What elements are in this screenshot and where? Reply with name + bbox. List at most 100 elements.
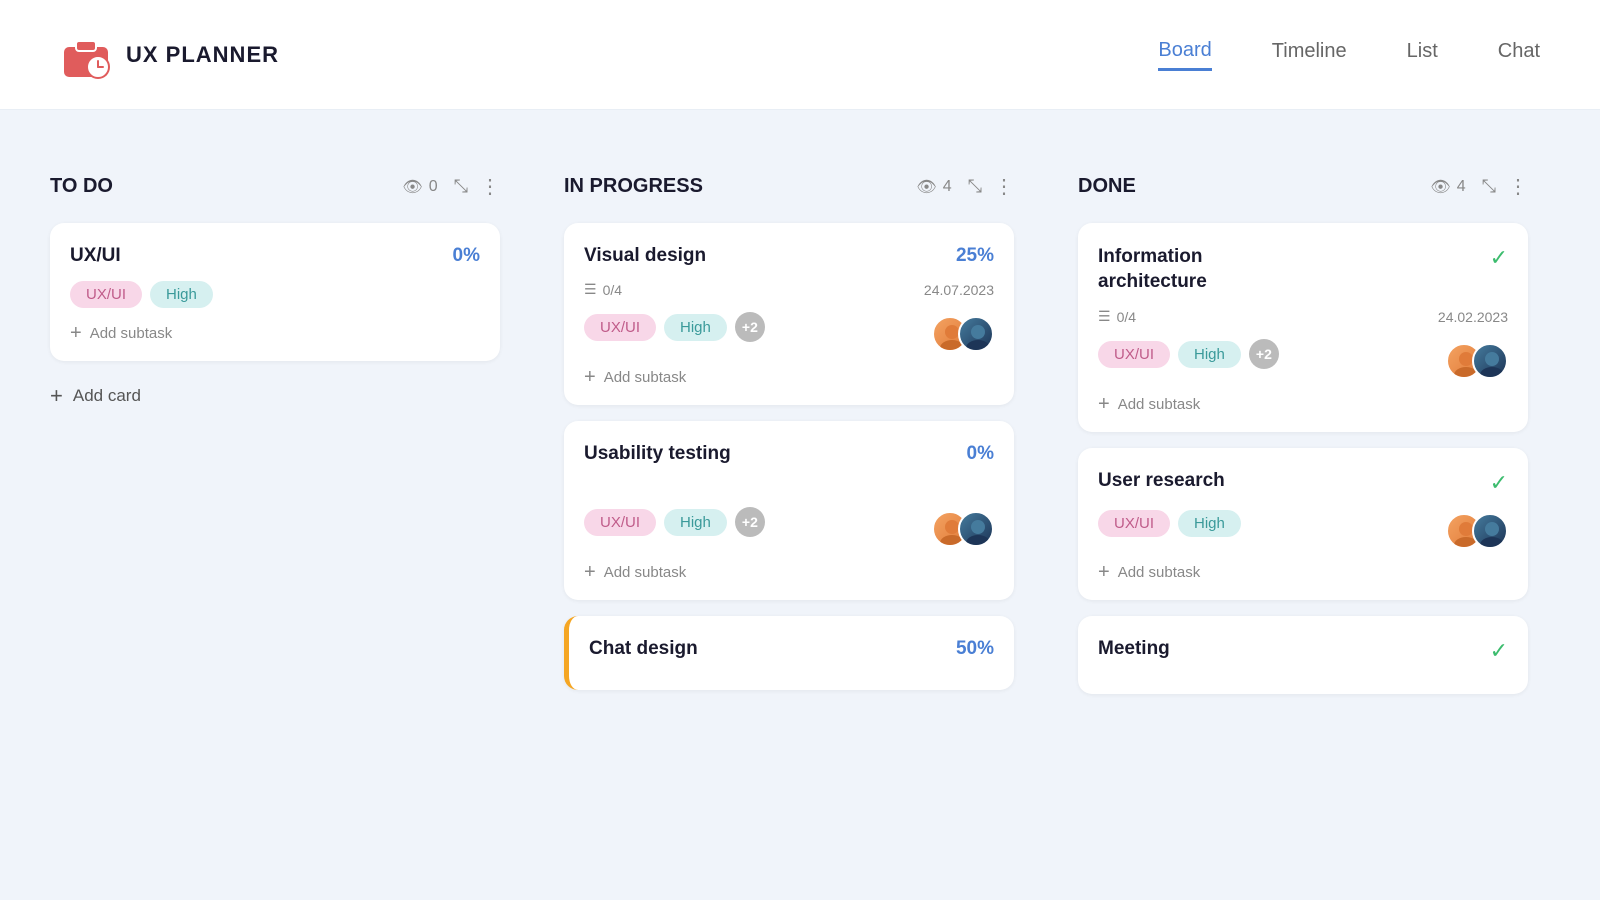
tag-high-ur: High [1178,510,1241,537]
card-chat-design-title: Chat design [589,638,956,660]
avatar-2-vd [958,316,994,352]
card-uxui-title: UX/UI [70,245,453,267]
logo-icon [60,29,112,81]
column-todo: TO DO 👁 0 ⤡ ⋮ UX/UI 0% UX/UI High + Add … [30,150,520,750]
tag-plus-ut: +2 [735,507,765,537]
add-card-icon: + [50,383,63,409]
todo-more-icon[interactable]: ⋮ [480,174,500,199]
column-inprogress-header: IN PROGRESS 👁 4 ⤡ ⋮ [564,174,1014,199]
card-chat-design: Chat design 50% [564,616,1014,690]
card-usability-testing-header: Usability testing 0% [584,443,994,465]
column-done: DONE 👁 4 ⤡ ⋮ Informationarchitecture ✓ ☰… [1058,150,1548,750]
nav-timeline[interactable]: Timeline [1272,40,1347,69]
todo-eye-count: 👁 0 [402,177,437,197]
card-uxui-header: UX/UI 0% [70,245,480,267]
board: TO DO 👁 0 ⤡ ⋮ UX/UI 0% UX/UI High + Add … [0,110,1600,790]
add-subtask-ia[interactable]: + Add subtask [1098,393,1508,416]
tag-uxui-ia: UX/UI [1098,341,1170,368]
plus-icon-vd: + [584,366,596,389]
card-meeting: Meeting ✓ [1078,616,1528,694]
add-subtask-label-ur: Add subtask [1118,564,1201,581]
tag-uxui-ur: UX/UI [1098,510,1170,537]
tasks-icon-ia: ☰ [1098,308,1111,325]
plus-icon-ia: + [1098,393,1110,416]
card-user-research-tags: UX/UI High [1098,510,1241,537]
add-subtask-ur[interactable]: + Add subtask [1098,561,1508,584]
card-user-research-header: User research ✓ [1098,470,1508,496]
add-subtask-vd[interactable]: + Add subtask [584,366,994,389]
inprogress-more-icon[interactable]: ⋮ [994,174,1014,199]
inprogress-expand-icon[interactable]: ⤡ [968,176,982,197]
card-visual-design-tags-row: UX/UI High +2 [584,312,994,356]
check-icon-ur: ✓ [1490,470,1508,496]
done-count: 4 [1457,178,1466,196]
card-info-arch-tags-row: UX/UI High +2 [1098,339,1508,383]
add-subtask-label-vd: Add subtask [604,369,687,386]
column-done-title: DONE [1078,175,1430,198]
avatar-stack-ia [1446,343,1508,379]
card-info-arch-tasks: ☰ 0/4 [1098,308,1136,325]
todo-expand-icon[interactable]: ⤡ [454,176,468,197]
add-subtask-label-ut: Add subtask [604,564,687,581]
avatar-2-ia [1472,343,1508,379]
avatar-stack-ut [932,511,994,547]
card-visual-design-meta: ☰ 0/4 24.07.2023 [584,281,994,298]
add-subtask-ut[interactable]: + Add subtask [584,561,994,584]
card-info-arch-tags: UX/UI High +2 [1098,339,1279,369]
tag-high-vd: High [664,314,727,341]
tag-plus-ia: +2 [1249,339,1279,369]
nav-chat[interactable]: Chat [1498,40,1540,69]
card-visual-design-percent: 25% [956,245,994,267]
card-visual-design-header: Visual design 25% [584,245,994,267]
tag-plus-vd: +2 [735,312,765,342]
card-visual-design-avatars [932,316,994,352]
nav-list[interactable]: List [1407,40,1438,69]
done-expand-icon[interactable]: ⤡ [1482,176,1496,197]
add-card-label: Add card [73,386,141,406]
card-meeting-header: Meeting ✓ [1098,638,1508,664]
card-uxui-tags: UX/UI High [70,281,480,308]
logo-title: UX PLANNER [126,42,279,68]
card-visual-design-date: 24.07.2023 [924,282,994,298]
card-visual-design-tasks: ☰ 0/4 [584,281,622,298]
avatar-2-ut [958,511,994,547]
card-usability-testing-percent: 0% [967,443,994,465]
card-user-research: User research ✓ UX/UI High [1078,448,1528,600]
card-visual-design-tags: UX/UI High +2 [584,312,765,342]
check-icon-ia: ✓ [1490,245,1508,271]
tag-uxui-vd: UX/UI [584,314,656,341]
logo-area: UX PLANNER [60,29,1158,81]
add-subtask-label: Add subtask [90,325,173,342]
tasks-icon: ☰ [584,281,597,298]
card-user-research-tags-row: UX/UI High [1098,510,1508,551]
card-info-arch-avatars [1446,343,1508,379]
card-usability-testing: Usability testing 0% UX/UI High +2 [564,421,1014,600]
check-icon-meeting: ✓ [1490,638,1508,664]
nav-board[interactable]: Board [1158,39,1211,71]
column-inprogress: IN PROGRESS 👁 4 ⤡ ⋮ Visual design 25% ☰ … [544,150,1034,750]
card-uxui: UX/UI 0% UX/UI High + Add subtask [50,223,500,361]
column-done-header: DONE 👁 4 ⤡ ⋮ [1078,174,1528,199]
add-subtask-uxui[interactable]: + Add subtask [70,322,480,345]
plus-icon-ur: + [1098,561,1110,584]
column-todo-title: TO DO [50,175,402,198]
tag-uxui: UX/UI [70,281,142,308]
card-info-arch: Informationarchitecture ✓ ☰ 0/4 24.02.20… [1078,223,1528,432]
header: UX PLANNER Board Timeline List Chat [0,0,1600,110]
avatar-stack-ur [1446,513,1508,549]
done-more-icon[interactable]: ⋮ [1508,174,1528,199]
tasks-count-ia: 0/4 [1117,309,1136,325]
tag-high-ut: High [664,509,727,536]
avatar-2-ur [1472,513,1508,549]
eye-icon-done: 👁 [1430,177,1450,197]
card-chat-design-header: Chat design 50% [589,638,994,660]
inprogress-count: 4 [943,178,952,196]
card-usability-spacer [584,479,994,507]
tag-high-ia: High [1178,341,1241,368]
card-info-arch-title: Informationarchitecture [1098,245,1490,294]
add-card-todo[interactable]: + Add card [50,377,500,415]
card-info-arch-meta: ☰ 0/4 24.02.2023 [1098,308,1508,325]
main-nav: Board Timeline List Chat [1158,39,1540,71]
card-visual-design-title: Visual design [584,245,956,267]
card-uxui-percent: 0% [453,245,480,267]
